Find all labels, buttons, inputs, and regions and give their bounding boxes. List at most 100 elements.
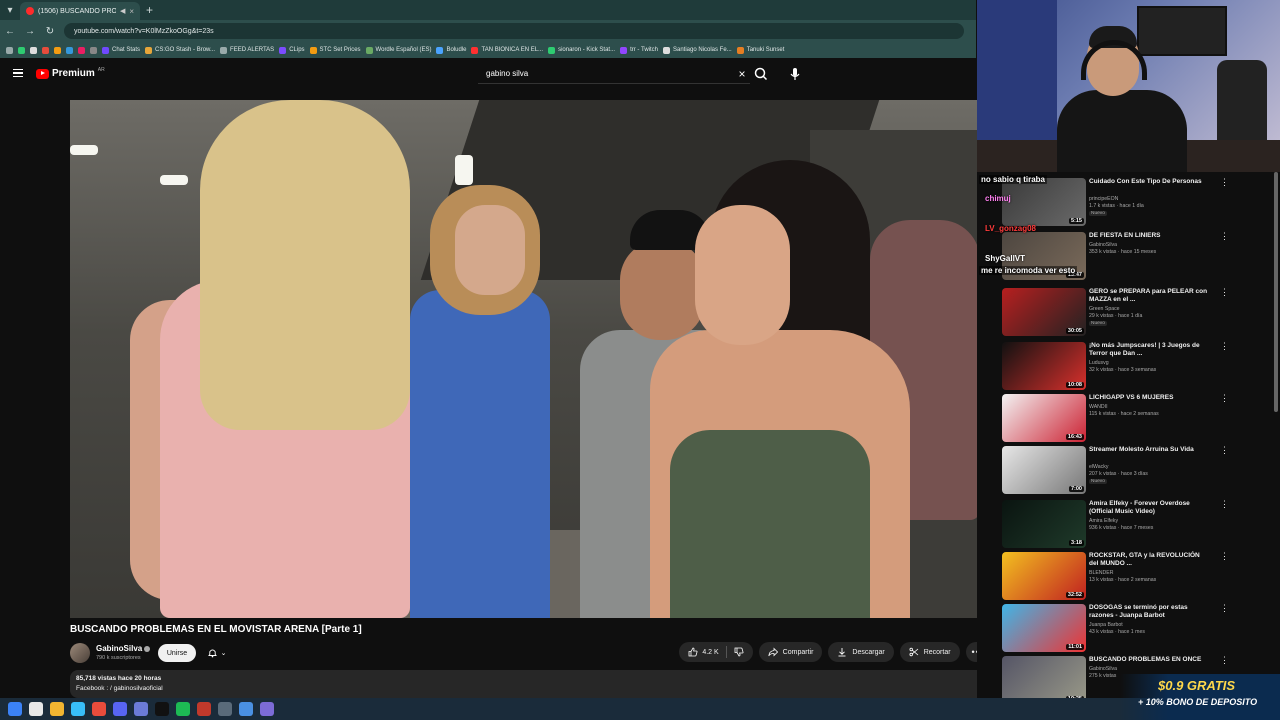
recommendation-thumbnail[interactable]: 10:08: [1002, 342, 1086, 390]
app-icon[interactable]: [134, 702, 148, 716]
bookmark-icon[interactable]: [6, 46, 13, 54]
bookmark-item[interactable]: TAN BIONICA EN EL...: [471, 46, 543, 54]
more-vertical-icon[interactable]: ⋮: [1220, 342, 1229, 351]
channel-name-text[interactable]: GabinoSilva: [96, 644, 142, 653]
recommendation-thumbnail[interactable]: 11:01: [1002, 604, 1086, 652]
url-field[interactable]: youtube.com/watch?v=K0lMzZkoOGg&t=23s: [64, 23, 964, 39]
twitch-icon[interactable]: [260, 702, 274, 716]
recommendation-thumbnail[interactable]: 30:05: [1002, 288, 1086, 336]
chrome-icon[interactable]: [92, 702, 106, 716]
join-button[interactable]: Unirse: [158, 644, 196, 662]
recommendation-channel[interactable]: Amira Elfeky: [1089, 518, 1209, 525]
dislike-button[interactable]: [734, 647, 744, 657]
bookmark-icon[interactable]: [42, 46, 49, 54]
recommendation-title[interactable]: BUSCANDO PROBLEMAS EN ONCE: [1089, 656, 1209, 664]
more-vertical-icon[interactable]: ⋮: [1220, 178, 1229, 187]
recommendation-channel[interactable]: BLENDER: [1089, 570, 1209, 577]
reload-icon[interactable]: ↻: [44, 26, 56, 37]
new-tab-button[interactable]: +: [146, 3, 153, 17]
recommendation-title[interactable]: ¡No más Jumpscares! | 3 Juegos de Terror…: [1089, 342, 1209, 358]
recommendation-channel[interactable]: elWacky: [1089, 464, 1209, 471]
recommendation-title[interactable]: GERO se PREPARA para PELEAR con MAZZA en…: [1089, 288, 1209, 304]
bookmark-icon[interactable]: [90, 46, 97, 54]
file-explorer-icon[interactable]: [50, 702, 64, 716]
app-icon[interactable]: [197, 702, 211, 716]
forward-icon[interactable]: →: [24, 26, 36, 37]
recommendation-title[interactable]: Amira Elfeky - Forever Overdose (Officia…: [1089, 500, 1209, 516]
bookmark-item[interactable]: STC Set Prices: [309, 46, 361, 54]
more-vertical-icon[interactable]: ⋮: [1220, 446, 1229, 455]
more-vertical-icon[interactable]: ⋮: [1220, 552, 1229, 561]
bookmark-item[interactable]: CLips: [279, 46, 305, 54]
bookmark-icon[interactable]: [54, 46, 61, 54]
more-vertical-icon[interactable]: ⋮: [1220, 232, 1229, 241]
bookmark-item[interactable]: sionaron - Kick Stat...: [548, 46, 615, 54]
recommendation-thumbnail[interactable]: 7:00: [1002, 446, 1086, 494]
recommendation-channel[interactable]: GabinoSilva: [1089, 242, 1209, 249]
recommendation-thumbnail[interactable]: 32:52: [1002, 552, 1086, 600]
back-icon[interactable]: ←: [4, 26, 16, 37]
settings-icon[interactable]: [218, 702, 232, 716]
bookmark-item[interactable]: Santiago Nicolas Fe...: [662, 46, 732, 54]
bookmark-icon[interactable]: [30, 46, 37, 54]
bookmark-item[interactable]: CS:GO Stash - Brow...: [145, 46, 215, 54]
video-player[interactable]: [70, 100, 990, 618]
more-vertical-icon[interactable]: ⋮: [1220, 394, 1229, 403]
channel-name[interactable]: GabinoSilva: [96, 644, 151, 653]
bookmark-icon[interactable]: [18, 46, 25, 54]
recommendation-channel[interactable]: Green Space: [1089, 306, 1209, 313]
recommendation-thumbnail[interactable]: 16:43: [1002, 394, 1086, 442]
app-icon[interactable]: [239, 702, 253, 716]
bookmark-item[interactable]: trr - Twitch: [620, 46, 658, 54]
bookmark-item[interactable]: FEED ALERTAS: [220, 46, 274, 54]
tab-close-icon[interactable]: ×: [129, 7, 134, 16]
steam-icon[interactable]: [71, 702, 85, 716]
recommendation-item[interactable]: 11:01 DOSOGAS se terminó por estas razone…: [1002, 604, 1272, 652]
more-vertical-icon[interactable]: ⋮: [1220, 604, 1229, 613]
recommendation-item[interactable]: 3:18 Amira Elfeky - Forever Overdose (Off…: [1002, 500, 1272, 548]
recommendation-item[interactable]: 7:00 Streamer Molesto Arruina Su Vida elWa…: [1002, 446, 1272, 494]
recommendation-thumbnail[interactable]: 3:18: [1002, 500, 1086, 548]
bookmark-item[interactable]: Tanuki Sunset: [736, 46, 784, 54]
recommendation-title[interactable]: Streamer Molesto Arruina Su Vida: [1089, 446, 1209, 454]
recommendation-item[interactable]: 16:43 LICHIGAPP VS 6 MUJERES WANDII 115 k v…: [1002, 394, 1272, 442]
bookmark-item[interactable]: Boludle: [436, 46, 466, 54]
download-button[interactable]: Descargar: [828, 642, 894, 662]
notifications-button[interactable]: ⌄: [202, 644, 232, 662]
clear-search-icon[interactable]: ×: [734, 67, 750, 81]
channel-avatar[interactable]: [70, 643, 90, 663]
hamburger-menu-icon[interactable]: [13, 69, 23, 77]
microphone-icon[interactable]: [787, 65, 803, 83]
search-icon[interactable]: [29, 702, 43, 716]
more-vertical-icon[interactable]: ⋮: [1220, 500, 1229, 509]
recommendation-title[interactable]: LICHIGAPP VS 6 MUJERES: [1089, 394, 1209, 402]
recommendation-title[interactable]: Cuidado Con Este Tipo De Personas: [1089, 178, 1209, 186]
recommendation-channel[interactable]: Juanpa Barbot: [1089, 622, 1209, 629]
search-icon[interactable]: [752, 65, 770, 83]
recommendation-channel[interactable]: principeEON: [1089, 196, 1209, 203]
recommendation-channel[interactable]: Ludusvg: [1089, 360, 1209, 367]
recommendation-item[interactable]: 10:08 ¡No más Jumpscares! | 3 Juegos de T…: [1002, 342, 1272, 390]
recommendation-thumbnail[interactable]: 19:25: [1002, 656, 1086, 698]
tab-search-icon[interactable]: ▾: [0, 0, 20, 20]
youtube-premium-logo[interactable]: Premium AR: [36, 67, 105, 79]
bookmark-icon[interactable]: [78, 46, 85, 54]
sidebar-scrollbar[interactable]: [1274, 172, 1278, 412]
like-button[interactable]: 4.2 K: [688, 647, 719, 657]
terminal-icon[interactable]: [155, 702, 169, 716]
recommendation-channel[interactable]: GabinoSilva: [1089, 666, 1209, 673]
discord-icon[interactable]: [113, 702, 127, 716]
search-input[interactable]: [478, 69, 734, 78]
speaker-icon[interactable]: ◀: [120, 7, 125, 15]
clip-button[interactable]: Recortar: [899, 642, 960, 662]
bookmark-item[interactable]: Wordle Español (ES): [365, 46, 431, 54]
more-vertical-icon[interactable]: ⋮: [1220, 656, 1229, 665]
more-vertical-icon[interactable]: ⋮: [1220, 288, 1229, 297]
bookmark-item[interactable]: Chat Stats: [102, 46, 140, 54]
description-box[interactable]: 85,718 vistas hace 20 horas Facebook : /…: [70, 670, 990, 698]
recommendation-item[interactable]: 30:05 GERO se PREPARA para PELEAR con MAZ…: [1002, 288, 1272, 336]
recommendation-title[interactable]: DOSOGAS se terminó por estas razones - J…: [1089, 604, 1209, 620]
browser-tab[interactable]: (1506) BUSCANDO PROBLE ◀ ×: [20, 2, 140, 20]
recommendation-channel[interactable]: WANDII: [1089, 404, 1209, 411]
start-icon[interactable]: [8, 702, 22, 716]
